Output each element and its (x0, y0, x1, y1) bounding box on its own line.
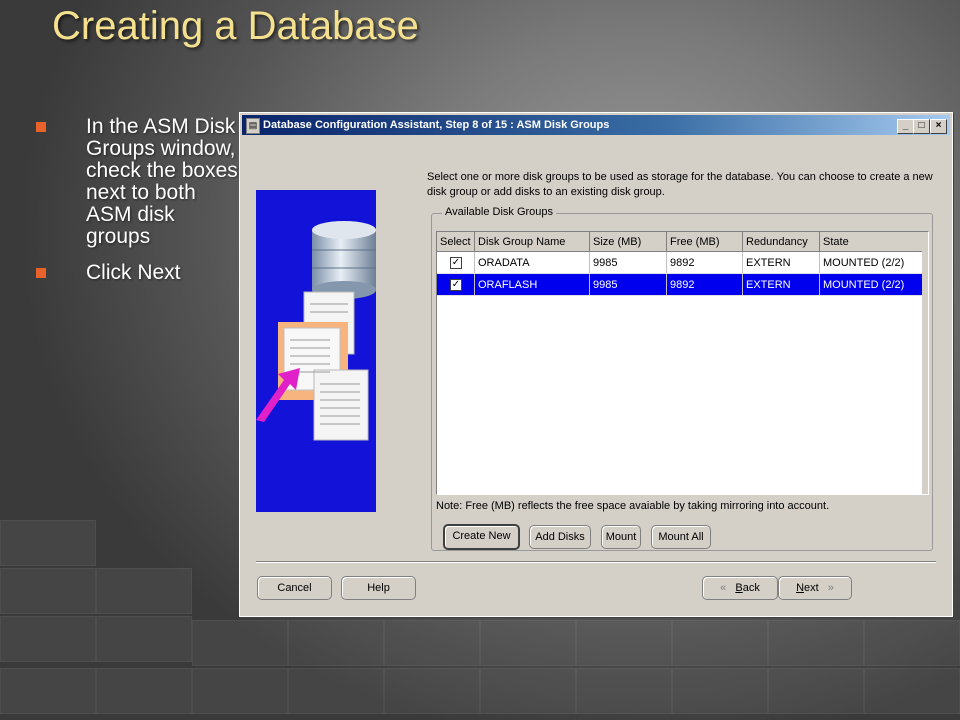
select-checkbox[interactable]: ✓ (450, 279, 462, 291)
cancel-button[interactable]: Cancel (257, 576, 332, 600)
bg-tile (0, 520, 96, 566)
bg-tile (672, 620, 768, 666)
database-illustration (256, 190, 376, 512)
free-space-note: Note: Free (MB) reflects the free space … (436, 500, 830, 512)
column-header-free[interactable]: Free (MB) (666, 232, 743, 252)
bullet-item: Click Next (34, 262, 240, 284)
bg-tile (864, 668, 960, 714)
app-icon: ▤ (246, 118, 260, 134)
close-button[interactable]: × (930, 119, 947, 134)
select-cell[interactable]: ✓ (437, 273, 475, 296)
select-checkbox[interactable]: ✓ (450, 257, 462, 269)
window-titlebar[interactable]: ▤ Database Configuration Assistant, Step… (242, 115, 950, 135)
bg-tile (96, 668, 192, 714)
disk-groups-table-container: Select Disk Group Name Size (MB) Free (M… (436, 231, 929, 495)
next-button[interactable]: Next » (778, 576, 852, 600)
square-bullet-icon (36, 268, 46, 278)
window-title: Database Configuration Assistant, Step 8… (263, 119, 610, 131)
bg-tile (672, 668, 768, 714)
add-disks-button[interactable]: Add Disks (529, 525, 591, 549)
state-cell: MOUNTED (2/2) (819, 273, 925, 296)
slide-title: Creating a Database (52, 4, 419, 48)
bg-tile (96, 568, 192, 614)
column-header-select[interactable]: Select (437, 232, 475, 252)
bg-tile (768, 668, 864, 714)
mount-all-button[interactable]: Mount All (651, 525, 711, 549)
bg-tile (0, 616, 96, 662)
back-label: ack (742, 582, 760, 594)
bg-tile (384, 620, 480, 666)
bg-tile (576, 620, 672, 666)
table-row[interactable]: ✓ ORADATA 9985 9892 EXTERN MOUNTED (2/2) (437, 251, 925, 274)
select-cell[interactable]: ✓ (437, 251, 475, 274)
available-disk-groups-panel: Available Disk Groups Select Disk Group … (431, 206, 933, 551)
redundancy-cell: EXTERN (742, 251, 820, 274)
footer-separator (256, 561, 936, 563)
create-new-button[interactable]: Create New (443, 524, 520, 550)
help-button[interactable]: Help (341, 576, 416, 600)
column-header-redundancy[interactable]: Redundancy (742, 232, 820, 252)
maximize-button[interactable]: □ (913, 119, 930, 134)
disk-group-name-cell: ORADATA (474, 251, 590, 274)
square-bullet-icon (36, 122, 46, 132)
column-header-state[interactable]: State (819, 232, 925, 252)
column-header-disk-group-name[interactable]: Disk Group Name (474, 232, 590, 252)
bg-tile (288, 620, 384, 666)
size-cell: 9985 (589, 251, 667, 274)
next-label: ext (804, 582, 819, 594)
bg-tile (576, 668, 672, 714)
database-illustration-graphic (256, 221, 376, 441)
bullet-item: In the ASM Disk Groups window, check the… (34, 116, 240, 248)
disk-groups-table: Select Disk Group Name Size (MB) Free (M… (437, 232, 925, 296)
mount-button[interactable]: Mount (601, 525, 641, 549)
bullet-text: In the ASM Disk Groups window, check the… (86, 115, 238, 248)
minimize-button[interactable]: _ (897, 119, 914, 134)
table-scrollbar[interactable] (922, 232, 928, 494)
bg-tile (480, 620, 576, 666)
bg-tile (768, 620, 864, 666)
bg-tile (0, 668, 96, 714)
size-cell: 9985 (589, 273, 667, 296)
group-title: Available Disk Groups (442, 206, 557, 218)
bg-tile (864, 620, 960, 666)
bullet-text: Click Next (86, 261, 181, 284)
instruction-text: Select one or more disk groups to be use… (427, 171, 933, 198)
back-mnemonic: B (735, 582, 743, 594)
bg-tile (480, 668, 576, 714)
table-row[interactable]: ✓ ORAFLASH 9985 9892 EXTERN MOUNTED (2/2… (437, 273, 925, 296)
redundancy-cell: EXTERN (742, 273, 820, 296)
table-header-row: Select Disk Group Name Size (MB) Free (M… (437, 232, 925, 252)
bg-tile (192, 668, 288, 714)
bg-tile (384, 668, 480, 714)
back-button[interactable]: « Back (702, 576, 778, 600)
state-cell: MOUNTED (2/2) (819, 251, 925, 274)
dbca-window: ▤ Database Configuration Assistant, Step… (239, 112, 953, 617)
bg-tile (0, 568, 96, 614)
bg-tile (192, 620, 288, 666)
bullet-list: In the ASM Disk Groups window, check the… (34, 116, 240, 298)
back-arrow-icon: « (720, 582, 727, 594)
bg-tile (288, 668, 384, 714)
next-arrow-icon: » (827, 582, 834, 594)
disk-group-name-cell: ORAFLASH (474, 273, 590, 296)
column-header-size[interactable]: Size (MB) (589, 232, 667, 252)
free-cell: 9892 (666, 273, 743, 296)
next-mnemonic: N (796, 582, 805, 594)
free-cell: 9892 (666, 251, 743, 274)
bg-tile (96, 616, 192, 662)
